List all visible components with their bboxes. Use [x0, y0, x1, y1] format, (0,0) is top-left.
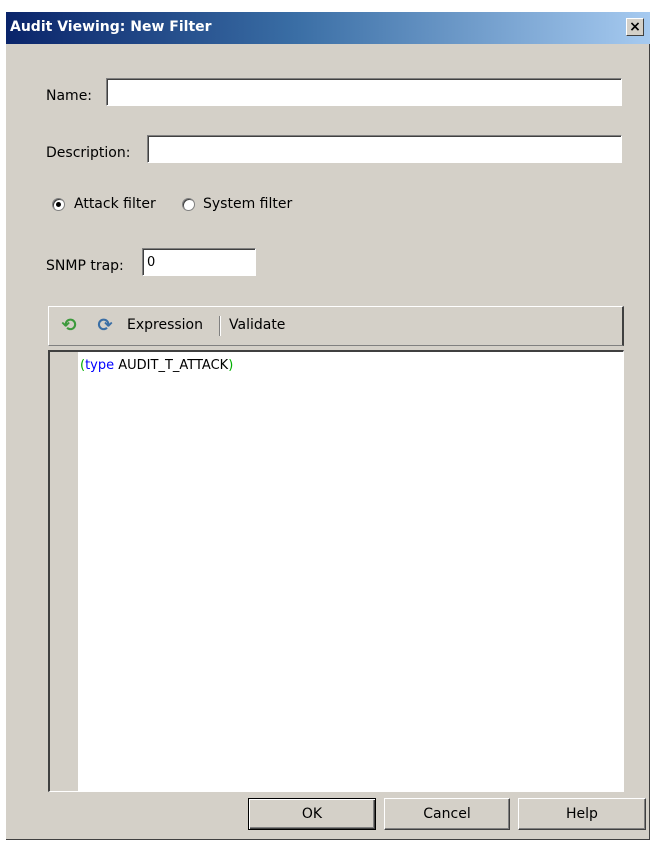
close-paren: ) — [228, 358, 234, 373]
editor-gutter — [50, 352, 78, 791]
expression-editor[interactable]: (type AUDIT_T_ATTACK) — [48, 350, 624, 792]
attack-constant: AUDIT_T_ATTACK — [114, 358, 229, 373]
cancel-button[interactable]: Cancel — [384, 798, 510, 830]
description-label: Description: — [46, 145, 131, 161]
close-icon: × — [629, 19, 641, 35]
toolbar-separator — [219, 316, 221, 336]
name-label: Name: — [46, 88, 93, 104]
undo-icon[interactable]: ⟲ — [59, 316, 79, 336]
system-filter-radio[interactable] — [182, 198, 195, 211]
type-keyword: type — [85, 358, 115, 373]
snmp-trap-label: SNMP trap: — [46, 258, 124, 274]
help-button[interactable]: Help — [518, 798, 646, 830]
snmp-trap-field[interactable] — [142, 248, 256, 276]
system-filter-label[interactable]: System filter — [203, 196, 292, 212]
validate-button[interactable]: Validate — [229, 317, 285, 333]
close-button[interactable]: × — [626, 18, 644, 36]
attack-filter-radio[interactable] — [52, 198, 65, 211]
name-field[interactable] — [106, 78, 622, 106]
expression-code-line[interactable]: (type AUDIT_T_ATTACK) — [80, 358, 233, 373]
new-filter-dialog: Audit Viewing: New Filter × Name: Descri… — [6, 12, 650, 840]
redo-icon[interactable]: ⟳ — [95, 316, 115, 336]
expression-toolbar: ⟲ ⟳ Expression Validate — [48, 306, 624, 346]
ok-button[interactable]: OK — [248, 798, 376, 830]
description-field[interactable] — [147, 135, 622, 163]
title-bar[interactable]: Audit Viewing: New Filter × — [6, 12, 650, 44]
window-title: Audit Viewing: New Filter — [10, 19, 212, 35]
attack-filter-label[interactable]: Attack filter — [74, 196, 156, 212]
expression-button[interactable]: Expression — [127, 317, 203, 333]
